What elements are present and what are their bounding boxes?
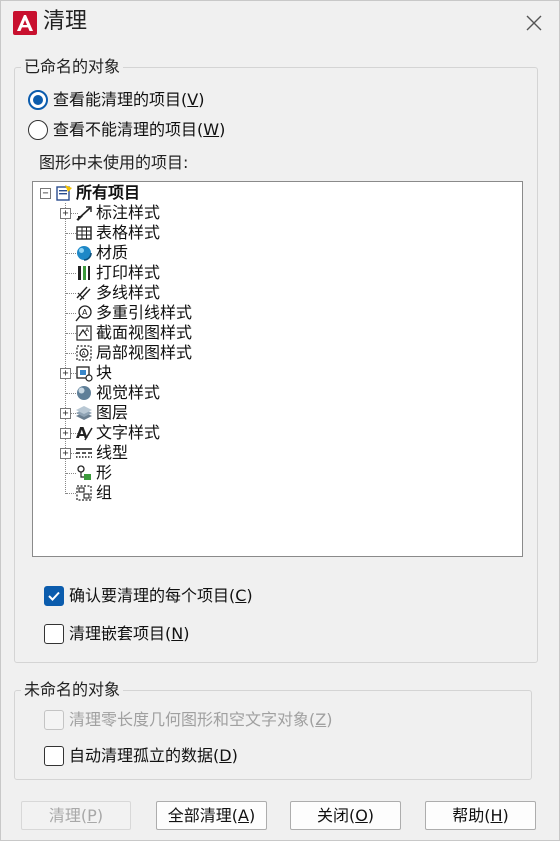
- tree-item-section-view-style[interactable]: A 截面视图样式: [75, 323, 192, 343]
- radio-button[interactable]: [28, 90, 48, 110]
- dialog-title: 清理: [43, 9, 88, 34]
- tree-item-label: 材质: [96, 243, 129, 262]
- tree-label: 图形中未使用的项目:: [39, 153, 189, 172]
- tree-item-multiline-style[interactable]: 多线样式: [75, 283, 160, 303]
- tree-item-label: 截面视图样式: [96, 323, 193, 342]
- group-icon: [76, 485, 92, 501]
- radio-button[interactable]: [28, 120, 48, 140]
- detail-view-style-icon: A: [76, 345, 92, 361]
- checkbox-zero-length-geometry[interactable]: 清理零长度几何图形和空文字对象(Z): [44, 710, 332, 730]
- visual-style-icon: [77, 386, 91, 400]
- tree-item-material[interactable]: 材质: [75, 243, 128, 263]
- tree-item-label: 视觉样式: [96, 383, 161, 402]
- unnamed-objects-group-label: 未命名的对象: [21, 680, 124, 700]
- tree-item-visual-style[interactable]: 视觉样式: [75, 383, 160, 403]
- tree-item-label: 文字样式: [96, 423, 161, 442]
- checkbox[interactable]: [44, 746, 64, 766]
- purge-all-button[interactable]: 全部清理(A): [156, 801, 267, 830]
- checkbox[interactable]: [44, 710, 64, 730]
- tree-item-label: 图层: [96, 403, 129, 422]
- tree-root-all-items[interactable]: 所有项目: [55, 183, 140, 203]
- tree-item-detail-view-style[interactable]: A 局部视图样式: [75, 343, 192, 363]
- tree-item-label: 表格样式: [96, 223, 161, 242]
- tree-item-group[interactable]: 组: [75, 483, 112, 503]
- tree-item-label: 块: [96, 363, 113, 382]
- purge-dialog: 清理 已命名的对象 查看能清理的项目(V) 查看不能清理的项目(W) 图形中未使…: [0, 0, 560, 841]
- tree-item-label: 标注样式: [96, 203, 161, 222]
- block-icon: [76, 366, 93, 382]
- radio-view-nonpurgeable[interactable]: 查看不能清理的项目(W): [28, 120, 225, 140]
- named-objects-group-label: 已命名的对象: [21, 57, 124, 77]
- multiline-style-icon: [76, 286, 91, 301]
- tree-item-shape[interactable]: 形: [75, 463, 112, 483]
- checkbox-label: 清理嵌套项目(N): [69, 624, 190, 643]
- help-button[interactable]: 帮助(H): [425, 801, 536, 830]
- expand-toggle[interactable]: +: [60, 208, 71, 219]
- checkbox[interactable]: [44, 586, 64, 606]
- section-view-style-icon: A: [76, 325, 92, 341]
- checkbox-label: 确认要清理的每个项目(C): [69, 586, 253, 605]
- expand-toggle[interactable]: +: [60, 428, 71, 439]
- expand-toggle[interactable]: +: [60, 448, 71, 459]
- unused-items-tree[interactable]: − 所有项目 + 标注样式 表格样式 材质 打印样式 多线样式 A 多重引线样式…: [32, 181, 523, 557]
- collapse-toggle[interactable]: −: [40, 188, 51, 199]
- checkbox-confirm-each-item[interactable]: 确认要清理的每个项目(C): [44, 586, 253, 606]
- linetype-icon: [76, 448, 92, 458]
- checkbox-label: 清理零长度几何图形和空文字对象(Z): [69, 710, 333, 729]
- expand-toggle[interactable]: +: [60, 408, 71, 419]
- tree-item-label: 所有项目: [76, 183, 141, 202]
- tree-item-dimension-style[interactable]: 标注样式: [75, 203, 160, 223]
- dimension-style-icon: [76, 206, 92, 221]
- tree-item-label: 多重引线样式: [96, 303, 193, 322]
- checkbox-label: 自动清理孤立的数据(D): [69, 746, 238, 765]
- material-icon: [77, 246, 92, 261]
- unnamed-objects-group: [14, 690, 532, 780]
- tree-item-label: 打印样式: [96, 263, 161, 282]
- tree-item-layer[interactable]: 图层: [75, 403, 128, 423]
- table-style-icon: [76, 226, 92, 240]
- close-icon: [526, 15, 542, 31]
- close-button[interactable]: 关闭(O): [290, 801, 401, 830]
- checkmark-icon: [48, 591, 60, 601]
- close-window-button[interactable]: [519, 9, 549, 37]
- radio-label: 查看不能清理的项目(W): [53, 120, 226, 139]
- tree-item-label: 形: [96, 463, 113, 482]
- layer-icon: [76, 406, 92, 420]
- tree-item-plot-style[interactable]: 打印样式: [75, 263, 160, 283]
- checkbox-orphaned-data[interactable]: 自动清理孤立的数据(D): [44, 746, 238, 766]
- checkbox-purge-nested[interactable]: 清理嵌套项目(N): [44, 624, 189, 644]
- plot-style-icon: [78, 266, 90, 280]
- text-style-icon: A: [76, 424, 93, 442]
- radio-label: 查看能清理的项目(V): [53, 90, 205, 109]
- tree-item-label: 局部视图样式: [96, 343, 193, 362]
- tree-item-label: 多线样式: [96, 283, 161, 302]
- title-bar: 清理: [1, 1, 559, 45]
- tree-item-label: 组: [96, 483, 113, 502]
- tree-item-label: 线型: [96, 443, 129, 462]
- shape-icon: [77, 465, 91, 480]
- checkbox[interactable]: [44, 624, 64, 644]
- purge-button[interactable]: 清理(P): [21, 801, 131, 830]
- tree-item-multileader-style[interactable]: A 多重引线样式: [75, 303, 192, 323]
- multileader-style-icon: A: [75, 305, 92, 322]
- radio-view-purgeable[interactable]: 查看能清理的项目(V): [28, 90, 204, 110]
- tree-item-linetype[interactable]: 线型: [75, 443, 128, 463]
- autocad-a-icon: [13, 11, 37, 35]
- tree-item-text-style[interactable]: A 文字样式: [75, 423, 160, 443]
- all-items-icon: [56, 185, 72, 201]
- tree-item-table-style[interactable]: 表格样式: [75, 223, 160, 243]
- expand-toggle[interactable]: +: [60, 368, 71, 379]
- tree-item-block[interactable]: 块: [75, 363, 112, 383]
- svg-text:A: A: [82, 308, 88, 317]
